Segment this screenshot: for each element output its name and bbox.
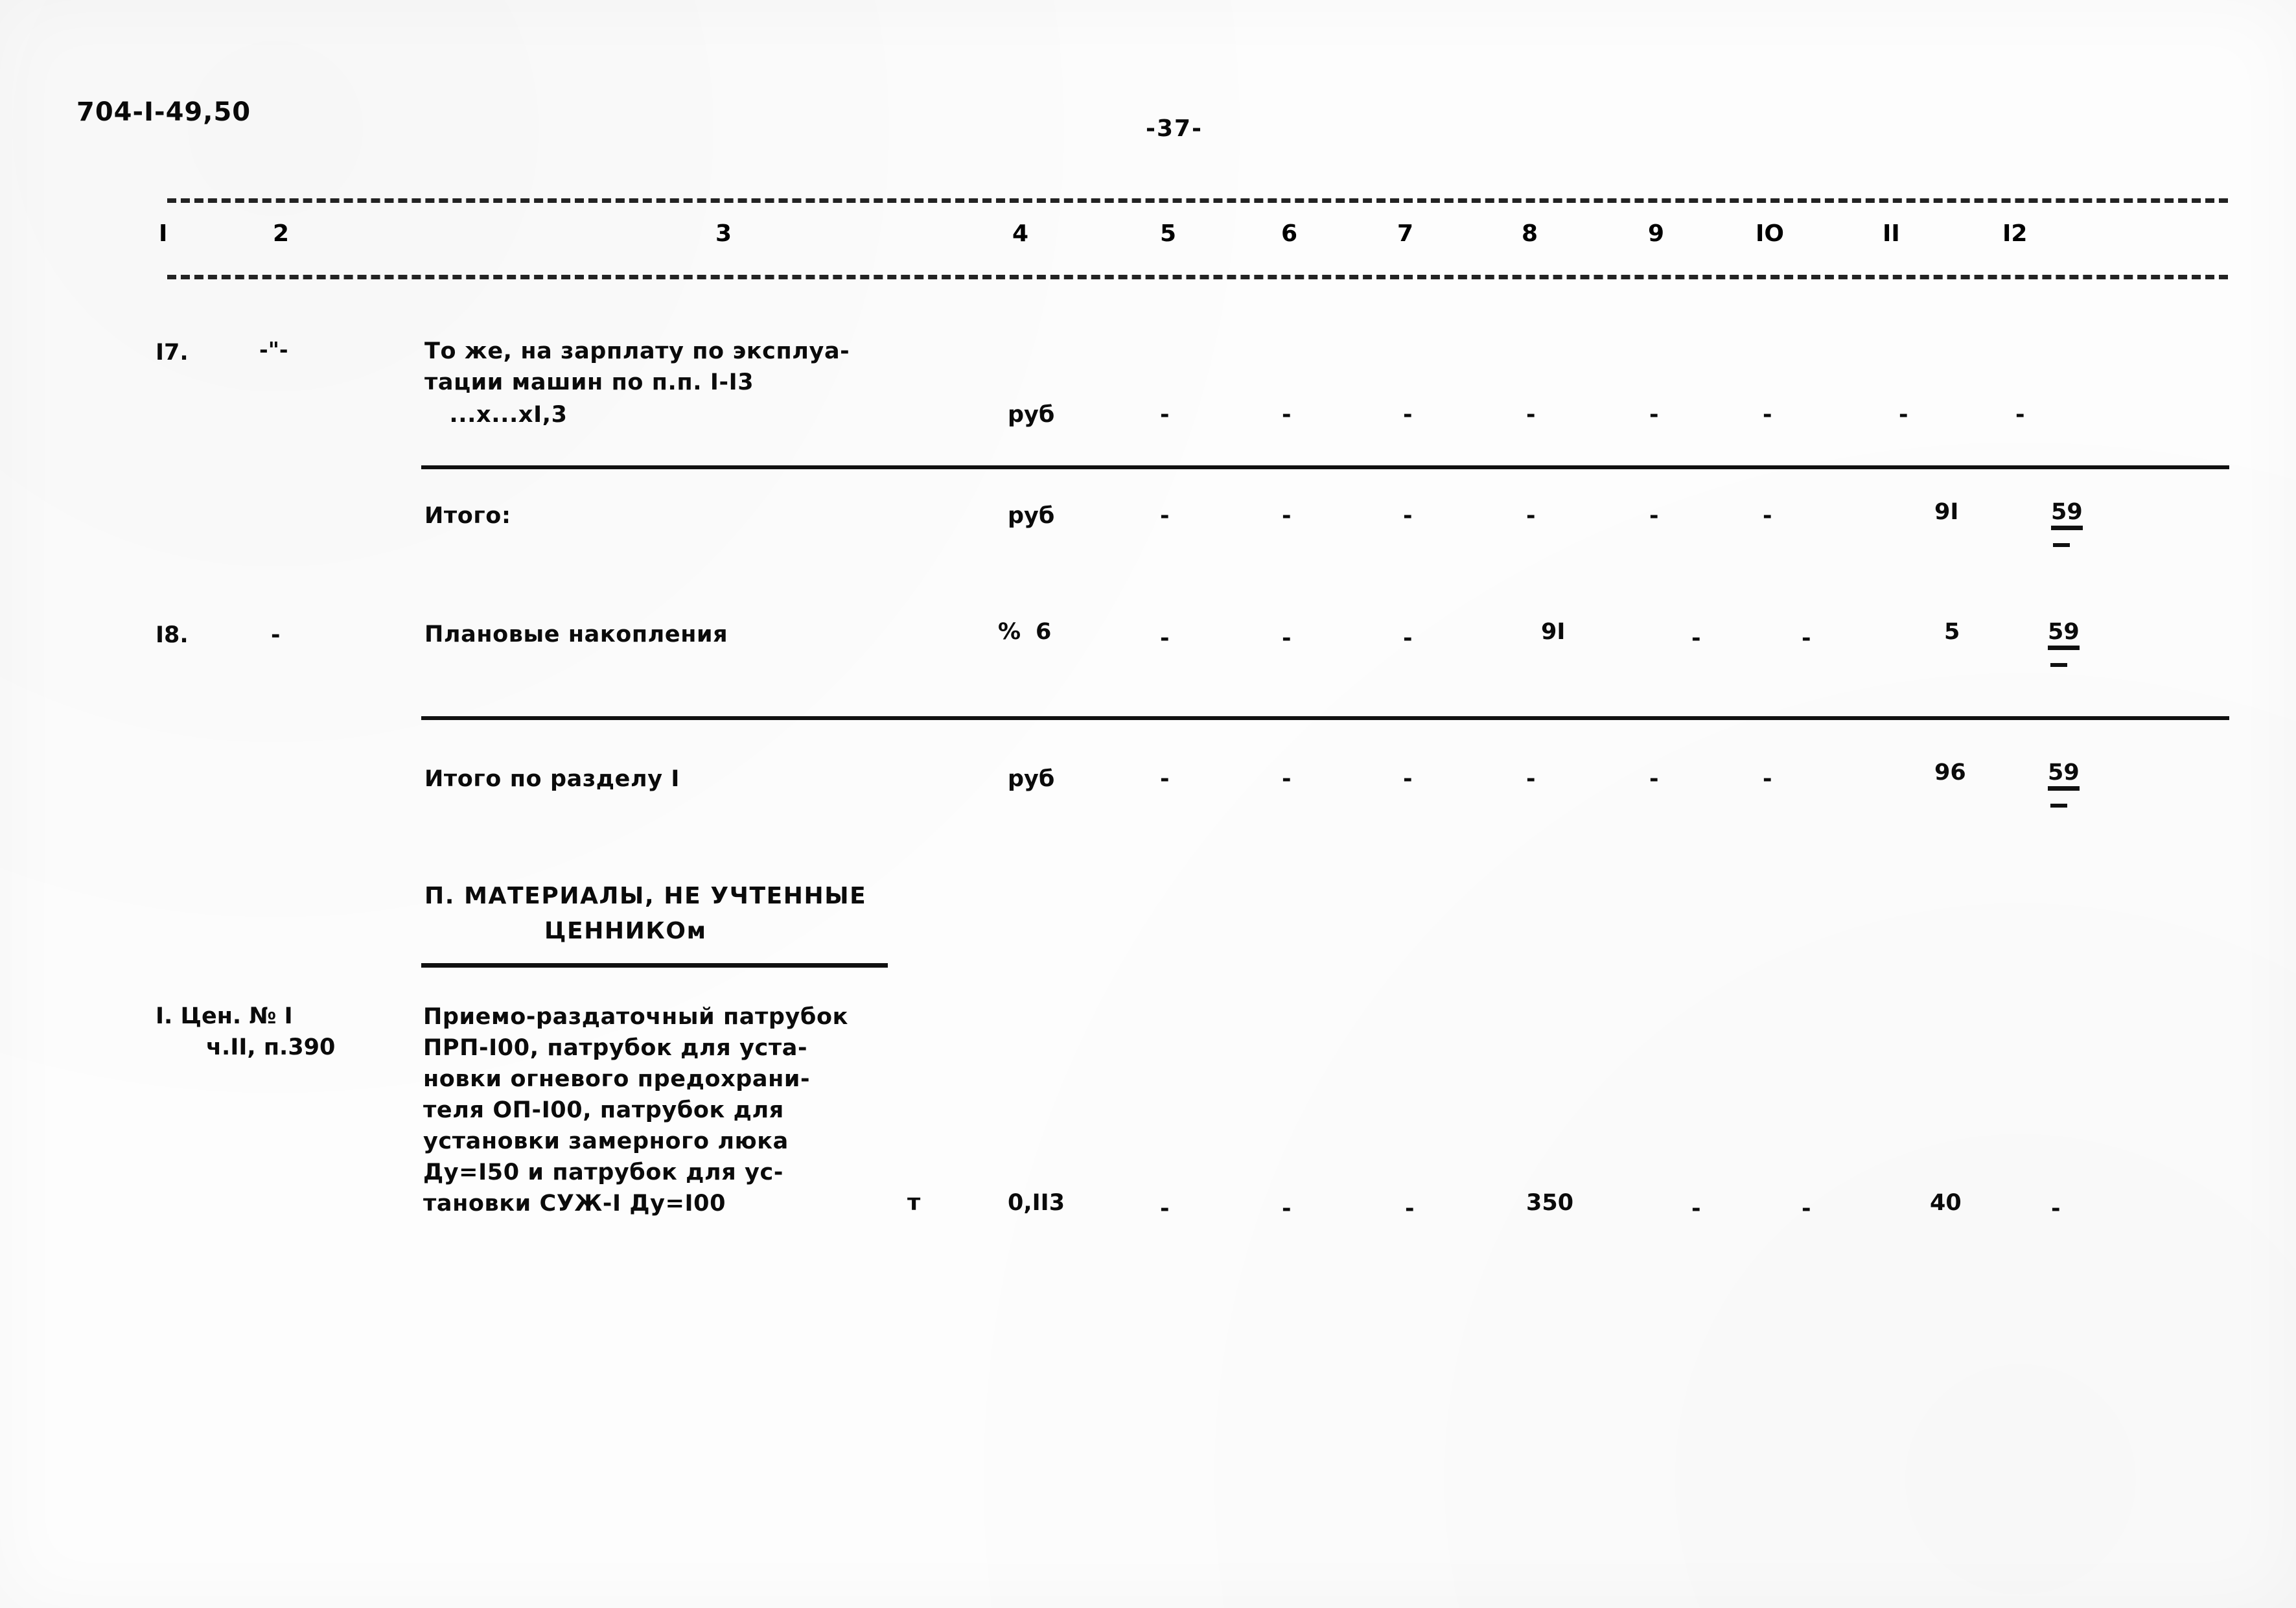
row-material-1-col-11: 40 <box>1930 1190 1962 1216</box>
row-18-col-12: 59 <box>2048 619 2080 650</box>
row-18-description: Плановые накопления <box>424 622 728 647</box>
row-itogo-unit: руб <box>1008 503 1055 529</box>
row-itogo-razdel-col-7: - <box>1403 766 1413 792</box>
column-number-1: I <box>159 220 168 247</box>
row-18-col-8: 9I <box>1541 619 1566 645</box>
row-itogo-col-9: - <box>1649 503 1659 529</box>
row-itogo-razdel-col-6: - <box>1282 766 1292 792</box>
row-17-col-10: - <box>1763 402 1772 428</box>
page-number: -37- <box>1146 115 1203 142</box>
row-material-1-col-6: - <box>1282 1196 1292 1222</box>
row-18-col-11: 5 <box>1944 619 1960 645</box>
row-itogo-col-11: 9I <box>1934 499 1959 525</box>
document-page: 704-I-49,50 -37- I 2 3 4 5 6 7 8 9 IO II… <box>0 0 2296 1608</box>
row-17-col-12: - <box>2015 402 2025 428</box>
row-18-col-10: - <box>1802 625 1811 651</box>
row-17-col-9: - <box>1649 402 1659 428</box>
row-17-unit: руб <box>1008 402 1055 428</box>
row-material-1-col-9: - <box>1691 1196 1701 1222</box>
column-number-6: 6 <box>1281 220 1298 247</box>
row-itogo-col-7: - <box>1403 503 1413 529</box>
row-material-1-col-8: 350 <box>1526 1190 1574 1216</box>
row-17-description-line-3: ...х...хI,3 <box>424 402 568 428</box>
row-material-1-col-10: - <box>1802 1196 1811 1222</box>
column-number-11: II <box>1883 220 1900 247</box>
row-itogo-razdel-col-8: - <box>1526 766 1536 792</box>
row-material-1-description-line-1: Приемо-раздаточный патрубок <box>423 1004 848 1030</box>
row-18-col-5: - <box>1160 625 1170 651</box>
rule-above-itogo <box>421 465 2229 469</box>
row-itogo-razdel-col-11: 96 <box>1934 760 1966 786</box>
row-18-reference: - <box>271 622 281 648</box>
row-itogo-razdel-col-10: - <box>1763 766 1772 792</box>
row-material-1-col-7: - <box>1405 1196 1415 1222</box>
column-number-12: I2 <box>2002 220 2028 247</box>
row-17-reference: -"- <box>259 337 288 362</box>
row-18-col-9: - <box>1691 625 1701 651</box>
section-heading-line-2: ЦЕННИКОм <box>544 918 707 944</box>
row-material-1-description-line-7: тановки СУЖ-I Ду=I00 <box>423 1191 726 1217</box>
document-code: 704-I-49,50 <box>76 97 251 127</box>
row-itogo-razdel-col-9: - <box>1649 766 1659 792</box>
row-itogo-label: Итого: <box>424 503 511 529</box>
row-material-1-description-line-2: ПРП-I00, патрубок для уста- <box>423 1035 808 1061</box>
row-material-1-number: I. Цен. № I <box>156 1003 293 1029</box>
row-itogo-razdel-col-5: - <box>1160 766 1170 792</box>
row-18-col-6: - <box>1282 625 1292 651</box>
column-number-4: 4 <box>1012 220 1029 247</box>
row-material-1-col-12: - <box>2051 1196 2061 1222</box>
row-material-1-description-line-5: установки замерного люка <box>423 1128 789 1154</box>
row-17-description-line-2: тации машин по п.п. I-I3 <box>424 369 754 395</box>
row-itogo-col-5: - <box>1160 503 1170 529</box>
row-18-col-4: 6 <box>1036 619 1052 645</box>
row-itogo-col-12: 59 <box>2051 499 2083 530</box>
column-number-3: 3 <box>715 220 732 247</box>
row-material-1-description-line-6: Ду=I50 и патрубок для ус- <box>423 1159 783 1185</box>
row-itogo-col-10: - <box>1763 503 1772 529</box>
rule-under-section-heading <box>421 963 888 968</box>
row-17-col-11: - <box>1899 402 1908 428</box>
table-column-header-row: I 2 3 4 5 6 7 8 9 IO II I2 <box>0 220 2296 259</box>
table-rule-under-header <box>167 275 2228 279</box>
row-material-1-col-5: - <box>1160 1196 1170 1222</box>
row-18-col-7: - <box>1403 625 1413 651</box>
row-material-1-col-4: 0,II3 <box>1008 1190 1065 1216</box>
rule-above-itogo-razdel <box>421 716 2229 720</box>
row-17-col-6: - <box>1282 402 1292 428</box>
column-number-10: IO <box>1756 220 1784 247</box>
column-number-2: 2 <box>273 220 290 247</box>
row-17-description-line-1: То же, на зарплату по эксплуа- <box>424 338 850 364</box>
row-itogo-col-6: - <box>1282 503 1292 529</box>
column-number-5: 5 <box>1160 220 1177 247</box>
row-17-col-8: - <box>1526 402 1536 428</box>
row-18-col-12-underdash <box>2050 663 2067 667</box>
row-17-col-7: - <box>1403 402 1413 428</box>
column-number-8: 8 <box>1522 220 1538 247</box>
row-itogo-razdel-unit: руб <box>1008 766 1055 792</box>
row-itogo-col-8: - <box>1526 503 1536 529</box>
row-material-1-reference: ч.II, п.390 <box>206 1034 336 1060</box>
row-17-number: I7. <box>156 340 189 366</box>
section-heading-line-1: П. МАТЕРИАЛЫ, НЕ УЧТЕННЫЕ <box>424 883 867 909</box>
row-17-col-5: - <box>1160 402 1170 428</box>
row-itogo-razdel-col-12: 59 <box>2048 760 2080 791</box>
row-itogo-razdel-label: Итого по разделу I <box>424 766 680 792</box>
row-18-number: I8. <box>156 622 189 648</box>
row-material-1-description-line-3: новки огневого предохрани- <box>423 1066 811 1092</box>
column-number-7: 7 <box>1397 220 1414 247</box>
row-material-1-unit: т <box>907 1190 921 1216</box>
table-rule-top <box>167 198 2228 203</box>
row-itogo-col-12-underdash <box>2053 543 2070 547</box>
row-itogo-razdel-col-12-underdash <box>2050 804 2067 808</box>
column-number-9: 9 <box>1648 220 1665 247</box>
row-material-1-description-line-4: теля ОП-I00, патрубок для <box>423 1097 784 1123</box>
row-18-unit: % <box>998 619 1021 645</box>
